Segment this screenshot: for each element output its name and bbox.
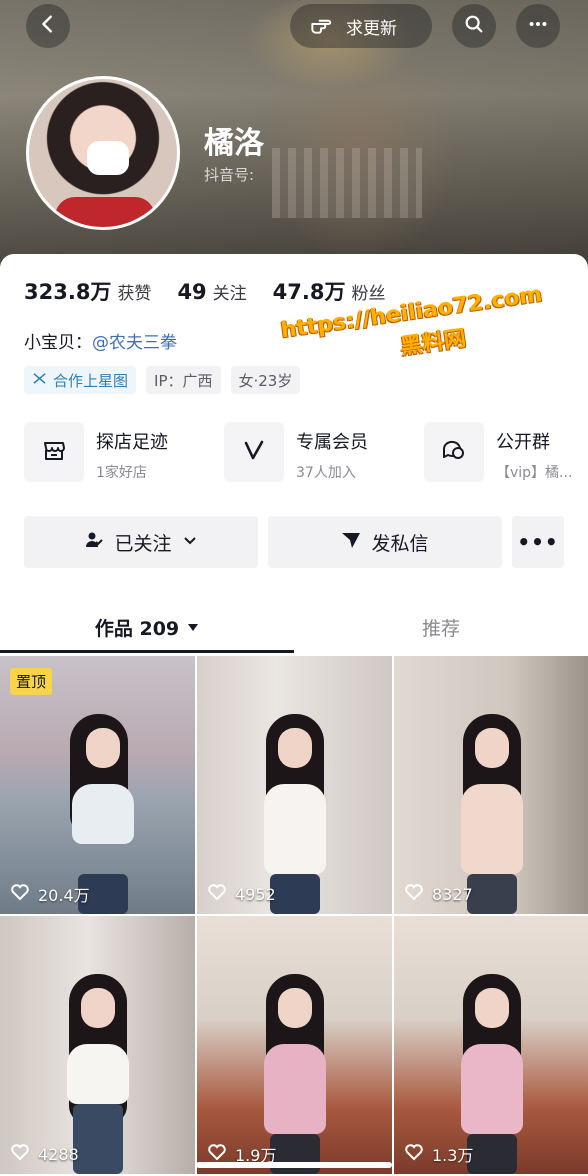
profile-tags: 合作上星图 IP：广西 女·23岁	[24, 366, 301, 394]
star-map-icon	[32, 371, 47, 390]
feature-public-group[interactable]: 公开群 【vip】橘...	[424, 422, 588, 482]
like-count: 8327	[404, 882, 473, 906]
content-tabs: 作品 209 推荐	[0, 604, 588, 650]
profile-name: 橘洛	[204, 126, 264, 161]
more-options-button[interactable]	[516, 4, 560, 48]
search-icon	[463, 13, 485, 39]
request-update-button[interactable]: 求更新	[290, 4, 432, 48]
bio-mention-link[interactable]: @农夫三拳	[92, 333, 177, 353]
tag-ip: IP：广西	[146, 366, 221, 394]
caret-down-icon	[187, 616, 199, 638]
heart-icon	[10, 882, 30, 906]
group-chat-icon	[439, 435, 469, 469]
avatar[interactable]	[26, 76, 180, 230]
bio-prefix: 小宝贝：	[24, 333, 92, 353]
feature-row: 探店足迹 1家好店 专属会员 37人加入 公开群 【vip】橘...	[24, 422, 588, 482]
send-message-button[interactable]: 发私信	[268, 516, 502, 568]
send-icon	[341, 530, 361, 555]
more-icon	[527, 13, 549, 39]
video-thumbnail[interactable]: 4952	[197, 656, 392, 914]
request-update-label: 求更新	[346, 18, 397, 39]
following-button[interactable]: 已关注	[24, 516, 258, 568]
shop-icon	[39, 435, 69, 469]
chevron-down-icon	[182, 531, 198, 553]
tab-recommend[interactable]: 推荐	[294, 604, 588, 650]
profile-stats: 323.8万 获赞 49 关注 47.8万 粉丝	[24, 276, 386, 306]
feature-vip-membership[interactable]: 专属会员 37人加入	[224, 422, 424, 482]
heart-icon	[404, 1142, 424, 1166]
more-actions-button[interactable]: •••	[512, 516, 564, 568]
like-count: 20.4万	[10, 882, 90, 906]
stat-following[interactable]: 49 关注	[177, 279, 246, 304]
heart-icon	[10, 1142, 30, 1166]
heart-icon	[207, 882, 227, 906]
profile-page: 求更新 橘洛 抖音号: 323.8万 获赞 49 关注 47.8万 粉丝 小宝贝：@农…	[0, 0, 588, 1176]
active-tab-indicator	[0, 650, 294, 653]
stat-followers[interactable]: 47.8万 粉丝	[273, 276, 386, 306]
back-button[interactable]	[26, 4, 70, 48]
like-count: 4288	[10, 1142, 79, 1166]
video-thumbnail[interactable]: 1.9万	[197, 916, 392, 1174]
vip-v-icon	[239, 435, 269, 469]
home-indicator[interactable]	[196, 1162, 392, 1168]
video-thumbnail[interactable]: 置顶 20.4万	[0, 656, 195, 914]
heart-icon	[404, 882, 424, 906]
stat-likes[interactable]: 323.8万 获赞	[24, 276, 151, 306]
back-icon	[37, 13, 59, 39]
video-thumbnail[interactable]: 1.3万	[394, 916, 588, 1174]
feature-shop-visits[interactable]: 探店足迹 1家好店	[24, 422, 224, 482]
video-grid: 置顶 20.4万 4952 8327 4288 1.9万 1.3万	[0, 656, 588, 1174]
profile-actions: 已关注 发私信 •••	[24, 516, 564, 568]
blurred-id	[272, 148, 422, 218]
video-thumbnail[interactable]: 8327	[394, 656, 588, 914]
bio: 小宝贝：@农夫三拳	[24, 328, 177, 353]
user-check-icon	[84, 530, 104, 555]
search-button[interactable]	[452, 4, 496, 48]
like-count: 1.3万	[404, 1142, 473, 1166]
video-thumbnail[interactable]: 4288	[0, 916, 195, 1174]
douyin-id-label: 抖音号:	[204, 166, 255, 184]
hand-point-icon	[308, 11, 334, 41]
tab-works[interactable]: 作品 209	[0, 604, 294, 650]
pinned-badge: 置顶	[10, 668, 53, 695]
like-count: 4952	[207, 882, 276, 906]
tag-star-map[interactable]: 合作上星图	[24, 366, 137, 394]
